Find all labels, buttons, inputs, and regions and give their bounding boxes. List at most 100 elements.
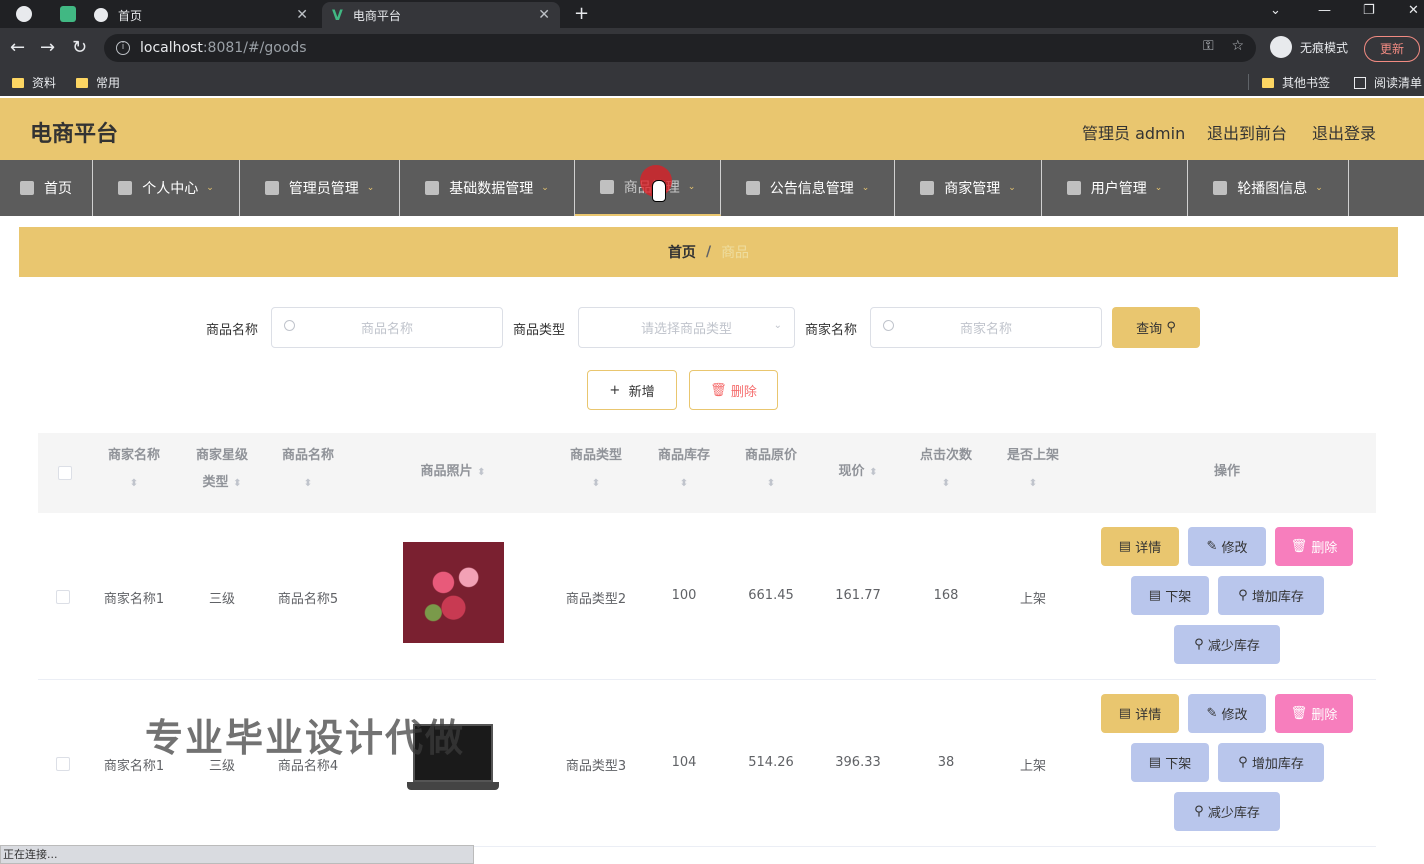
menu-item-basic-data[interactable]: 基础数据管理 ⌄	[400, 160, 575, 216]
batch-delete-button[interactable]: 🗑 删除	[689, 370, 778, 410]
delete-button[interactable]: 🗑 删除	[1275, 694, 1353, 733]
close-tab-icon[interactable]: ✕	[538, 7, 550, 23]
cell-orig-price: 514.26	[748, 755, 794, 770]
tab-title: 电商平台	[352, 8, 401, 23]
menu-label: 商家管理	[944, 181, 1001, 197]
reduce-stock-button[interactable]: ⚲ 减少库存	[1174, 625, 1280, 664]
row-checkbox[interactable]	[56, 590, 70, 604]
star-icon[interactable]: ☆	[1231, 38, 1244, 54]
breadcrumb-home[interactable]: 首页	[668, 242, 696, 262]
shop-name-input[interactable]: 商家名称	[870, 307, 1102, 348]
goods-type-select[interactable]: 请选择商品类型 ⌄	[578, 307, 795, 348]
breadcrumb-separator: /	[705, 244, 712, 260]
browser-tab-active[interactable]: V 电商平台 ✕	[322, 2, 560, 28]
update-button[interactable]: 更新	[1364, 36, 1420, 62]
goods-name-input[interactable]: 商品名称	[271, 307, 503, 348]
add-stock-button[interactable]: ⚲ 增加库存	[1218, 576, 1324, 615]
incognito-indicator[interactable]: 无痕模式	[1270, 36, 1348, 58]
menu-label: 轮播图信息	[1237, 181, 1308, 197]
address-toolbar: ← → ↻ i localhost:8081/#/goods ⚿ ☆ 无痕模式 …	[0, 28, 1424, 68]
list-icon	[1066, 181, 1081, 195]
menu-item-users[interactable]: 用户管理 ⌄	[1042, 160, 1188, 216]
reading-list[interactable]: 阅读清单	[1354, 74, 1422, 91]
col-shop-name[interactable]: 商家名称 ⬍	[94, 442, 174, 497]
off-shelf-button[interactable]: ▤ 下架	[1131, 743, 1209, 782]
col-goods-name[interactable]: 商品名称 ⬍	[268, 442, 348, 497]
menu-item-carousel[interactable]: 轮播图信息 ⌄	[1188, 160, 1349, 216]
pin-icon: ⚲	[1194, 804, 1204, 819]
sort-icon: ⬍	[766, 478, 776, 489]
col-goods-photo[interactable]: 商品照片 ⬍	[398, 458, 508, 486]
menu-item-shops[interactable]: 商家管理 ⌄	[895, 160, 1042, 216]
chevron-down-icon: ⌄	[541, 183, 549, 193]
close-tab-icon[interactable]: ✕	[296, 7, 308, 23]
incognito-icon	[1270, 36, 1292, 58]
menu-item-notices[interactable]: 公告信息管理 ⌄	[721, 160, 895, 216]
current-user: 管理员 admin	[1082, 124, 1186, 143]
col-orig-price[interactable]: 商品原价 ⬍	[731, 442, 811, 497]
query-button[interactable]: 查询 ⚲	[1112, 307, 1200, 348]
detail-button[interactable]: ▤ 详情	[1101, 694, 1179, 733]
reduce-stock-button[interactable]: ⚲ 减少库存	[1174, 792, 1280, 831]
cell-stock: 104	[671, 755, 697, 770]
bookmark-folder-other[interactable]: 其他书签	[1262, 74, 1330, 91]
chevron-down-icon: ⌄	[687, 182, 696, 192]
exit-to-front-link[interactable]: 退出到前台	[1207, 120, 1287, 144]
col-on-shelf[interactable]: 是否上架 ⬍	[993, 442, 1073, 497]
detail-button[interactable]: ▤ 详情	[1101, 527, 1179, 566]
delete-button[interactable]: 🗑 删除	[1275, 527, 1353, 566]
bookmark-folder[interactable]: 常用	[76, 74, 120, 91]
col-clicks[interactable]: 点击次数 ⬍	[906, 442, 986, 497]
chevron-down-icon: ⌄	[1315, 183, 1323, 193]
menu-item-home[interactable]: 首页	[0, 160, 93, 216]
browser-tab-home[interactable]: 首页 ✕	[86, 2, 318, 28]
select-all-checkbox[interactable]	[58, 466, 72, 480]
back-icon[interactable]: ←	[10, 37, 25, 58]
app-title: 电商平台	[30, 122, 119, 147]
add-stock-button[interactable]: ⚲ 增加库存	[1218, 743, 1324, 782]
col-goods-type[interactable]: 商品类型 ⬍	[556, 442, 636, 497]
col-shop-star[interactable]: 商家星级 类型 ⬍	[182, 442, 262, 497]
site-info-icon[interactable]: i	[116, 41, 130, 55]
bookmark-label: 其他书签	[1282, 76, 1331, 90]
reload-icon[interactable]: ↻	[72, 37, 87, 58]
pin-icon: ⚲	[1238, 588, 1248, 603]
browser-menu-icon[interactable]	[16, 6, 32, 22]
reading-list-icon	[1354, 76, 1366, 89]
edit-button[interactable]: ✎ 修改	[1188, 527, 1266, 566]
logout-link[interactable]: 退出登录	[1312, 120, 1376, 144]
bookmark-label: 阅读清单	[1374, 76, 1423, 90]
minimize-icon[interactable]: —	[1318, 3, 1331, 18]
breadcrumb-current: 商品	[721, 245, 750, 261]
table-row: 商家名称1 三级 商品名称5 商品类型2 100 661.45 161.77 1…	[38, 513, 1376, 680]
breadcrumb: 首页 / 商品	[19, 227, 1398, 277]
off-shelf-button[interactable]: ▤ 下架	[1131, 576, 1209, 615]
pinned-tab-icon[interactable]	[60, 6, 76, 22]
row-checkbox[interactable]	[56, 757, 70, 771]
col-stock[interactable]: 商品库存 ⬍	[644, 442, 724, 497]
restore-icon[interactable]: ❐	[1363, 3, 1375, 18]
menu-item-admins[interactable]: 管理员管理 ⌄	[240, 160, 400, 216]
new-tab-icon[interactable]: +	[574, 3, 589, 24]
bookmark-folder[interactable]: 资料	[12, 74, 56, 91]
menu-label: 首页	[44, 181, 72, 197]
tab-search-icon[interactable]: ⌄	[1270, 3, 1281, 18]
table-header: 商家名称 ⬍ 商家星级 类型 ⬍ 商品名称 ⬍ 商品照片 ⬍ 商品类型 ⬍ 商品库存 ⬍ …	[38, 433, 1376, 513]
menu-label: 管理员管理	[288, 181, 359, 197]
add-button[interactable]: + 新增	[587, 370, 677, 410]
pencil-icon: ✎	[1206, 539, 1218, 554]
close-window-icon[interactable]: ✕	[1408, 3, 1419, 18]
sort-icon: ⬍	[941, 478, 951, 489]
sort-icon: ⬍	[233, 478, 242, 489]
col-price[interactable]: 现价 ⬍	[818, 458, 898, 486]
pointer-cursor-icon	[652, 180, 666, 202]
cell-price: 161.77	[835, 588, 881, 603]
url-bar[interactable]: i localhost:8081/#/goods ⚿ ☆	[104, 34, 1256, 62]
menu-label: 基础数据管理	[449, 181, 534, 197]
forward-icon[interactable]: →	[40, 37, 55, 58]
goods-icon	[599, 180, 614, 194]
key-icon[interactable]: ⚿	[1203, 38, 1214, 54]
pin-icon: ⚲	[1238, 755, 1248, 770]
menu-item-profile[interactable]: 个人中心 ⌄	[93, 160, 240, 216]
edit-button[interactable]: ✎ 修改	[1188, 694, 1266, 733]
